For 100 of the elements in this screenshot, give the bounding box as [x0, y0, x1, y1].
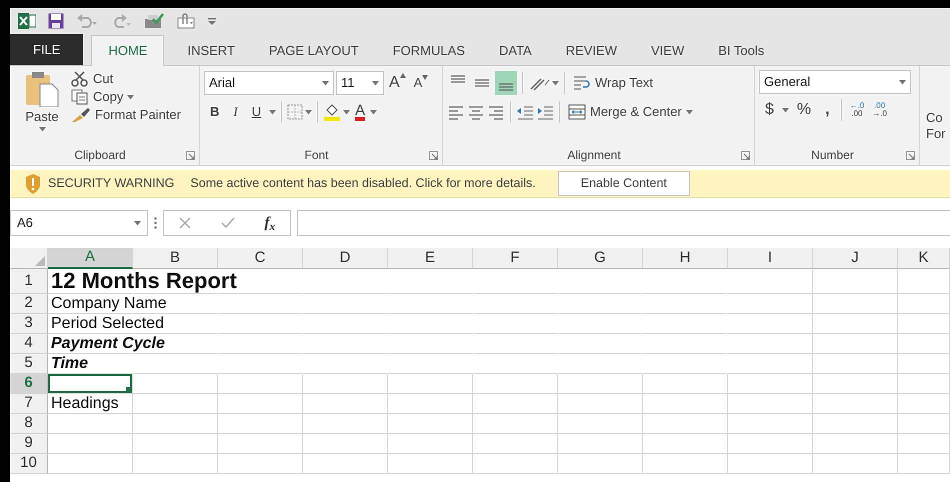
row-header[interactable]: 4 — [10, 334, 48, 354]
caret-icon[interactable] — [269, 110, 276, 114]
table-cell[interactable] — [728, 314, 813, 334]
caret-icon[interactable] — [372, 80, 379, 86]
caret-icon[interactable] — [134, 220, 141, 226]
table-cell[interactable] — [898, 294, 950, 314]
table-cell[interactable] — [643, 454, 728, 474]
shrink-font-button[interactable]: A — [410, 75, 432, 91]
table-cell[interactable] — [303, 394, 388, 414]
select-all-icon[interactable] — [35, 256, 45, 266]
ribbon-tab[interactable]: HOME — [91, 35, 164, 66]
table-cell[interactable] — [643, 414, 728, 434]
decrease-indent-icon[interactable] — [516, 104, 534, 120]
align-right-icon[interactable] — [487, 104, 505, 120]
column-header[interactable]: K — [898, 248, 950, 269]
table-cell[interactable] — [388, 414, 473, 434]
table-cell[interactable] — [558, 374, 643, 394]
dialog-launcher-icon[interactable] — [741, 150, 750, 160]
save-icon[interactable] — [48, 13, 64, 29]
align-center-icon[interactable] — [467, 104, 485, 120]
column-header[interactable]: H — [643, 248, 728, 269]
table-cell[interactable] — [558, 394, 643, 414]
font-size-field[interactable]: 11 — [336, 71, 384, 95]
table-cell[interactable] — [728, 294, 813, 314]
active-cell[interactable] — [48, 374, 133, 394]
table-cell[interactable] — [728, 374, 813, 394]
cut-button[interactable]: Cut — [68, 70, 195, 88]
row-header[interactable]: 10 — [10, 454, 48, 474]
table-cell[interactable] — [558, 454, 643, 474]
ribbon-tab[interactable]: VIEW — [634, 35, 702, 65]
increase-decimal-button[interactable]: ←.0 .00 — [846, 101, 868, 119]
table-cell[interactable] — [218, 434, 303, 454]
table-cell[interactable] — [558, 434, 643, 454]
increase-indent-icon[interactable] — [536, 104, 554, 120]
copy-button[interactable]: Copy — [68, 88, 195, 106]
row-header[interactable]: 2 — [10, 294, 48, 314]
check-icon[interactable] — [220, 217, 235, 229]
caret-icon[interactable] — [38, 126, 46, 132]
caret-icon[interactable] — [370, 110, 378, 114]
table-cell[interactable] — [473, 414, 558, 434]
conditional-formatting-button[interactable]: Co For — [926, 110, 950, 142]
dialog-launcher-icon[interactable] — [186, 150, 195, 160]
caret-icon[interactable] — [552, 80, 559, 86]
row-header[interactable]: 7 — [10, 394, 48, 414]
table-cell[interactable] — [898, 269, 950, 294]
italic-button[interactable]: I — [227, 103, 244, 121]
table-cell[interactable] — [898, 454, 950, 474]
borders-icon[interactable] — [287, 104, 304, 120]
table-cell[interactable] — [898, 354, 950, 374]
insert-function-button[interactable]: f$_{x}$ — [264, 212, 276, 234]
table-cell[interactable] — [813, 269, 898, 294]
dialog-launcher-icon[interactable] — [906, 150, 915, 160]
currency-button[interactable]: $ — [759, 99, 780, 121]
table-cell[interactable] — [473, 454, 558, 474]
table-cell[interactable] — [898, 414, 950, 434]
table-cell[interactable] — [218, 414, 303, 434]
table-cell[interactable] — [303, 414, 388, 434]
table-cell[interactable] — [48, 434, 133, 454]
row-header[interactable]: 9 — [10, 434, 48, 454]
row-header[interactable]: 5 — [10, 354, 48, 374]
caret-icon[interactable] — [782, 108, 789, 112]
table-cell[interactable] — [133, 374, 218, 394]
table-cell[interactable] — [728, 434, 813, 454]
table-cell[interactable] — [218, 374, 303, 394]
wrap-text-button[interactable]: Wrap Text — [570, 74, 656, 92]
column-header[interactable]: E — [388, 248, 473, 269]
table-cell[interactable] — [728, 334, 813, 354]
caret-icon[interactable] — [127, 94, 134, 100]
number-format-field[interactable]: General — [759, 70, 911, 94]
font-name-field[interactable]: Arial — [204, 71, 334, 95]
ribbon-tab[interactable]: PAGE LAYOUT — [252, 35, 376, 65]
comma-button[interactable]: , — [819, 99, 836, 121]
align-left-icon[interactable] — [447, 104, 465, 120]
ribbon-tab[interactable]: FORMULAS — [376, 35, 482, 65]
grow-font-button[interactable]: A — [386, 73, 409, 93]
undo-icon[interactable] — [76, 14, 98, 28]
column-header[interactable]: C — [218, 248, 303, 269]
table-cell[interactable] — [728, 354, 813, 374]
formula-input[interactable] — [297, 210, 950, 236]
column-header[interactable]: I — [728, 248, 813, 269]
table-cell[interactable] — [898, 314, 950, 334]
table-cell[interactable] — [48, 454, 133, 474]
table-cell[interactable] — [898, 434, 950, 454]
table-cell[interactable] — [898, 374, 950, 394]
caret-icon[interactable] — [322, 80, 329, 86]
caret-icon[interactable] — [305, 110, 312, 114]
table-cell[interactable] — [133, 454, 218, 474]
table-cell[interactable] — [643, 394, 728, 414]
font-color-button[interactable]: A — [352, 102, 368, 122]
format-painter-button[interactable]: Format Painter — [68, 106, 195, 124]
table-cell[interactable] — [813, 394, 898, 414]
merge-center-button[interactable]: Merge & Center — [565, 103, 696, 121]
fill-bucket-icon[interactable] — [323, 103, 342, 121]
paperclip-tag-icon[interactable] — [176, 13, 196, 29]
table-cell[interactable] — [898, 394, 950, 414]
caret-icon[interactable] — [686, 110, 693, 114]
table-cell[interactable] — [813, 374, 898, 394]
row-header[interactable]: 6 — [10, 374, 48, 394]
table-cell[interactable] — [303, 454, 388, 474]
table-cell[interactable] — [388, 434, 473, 454]
